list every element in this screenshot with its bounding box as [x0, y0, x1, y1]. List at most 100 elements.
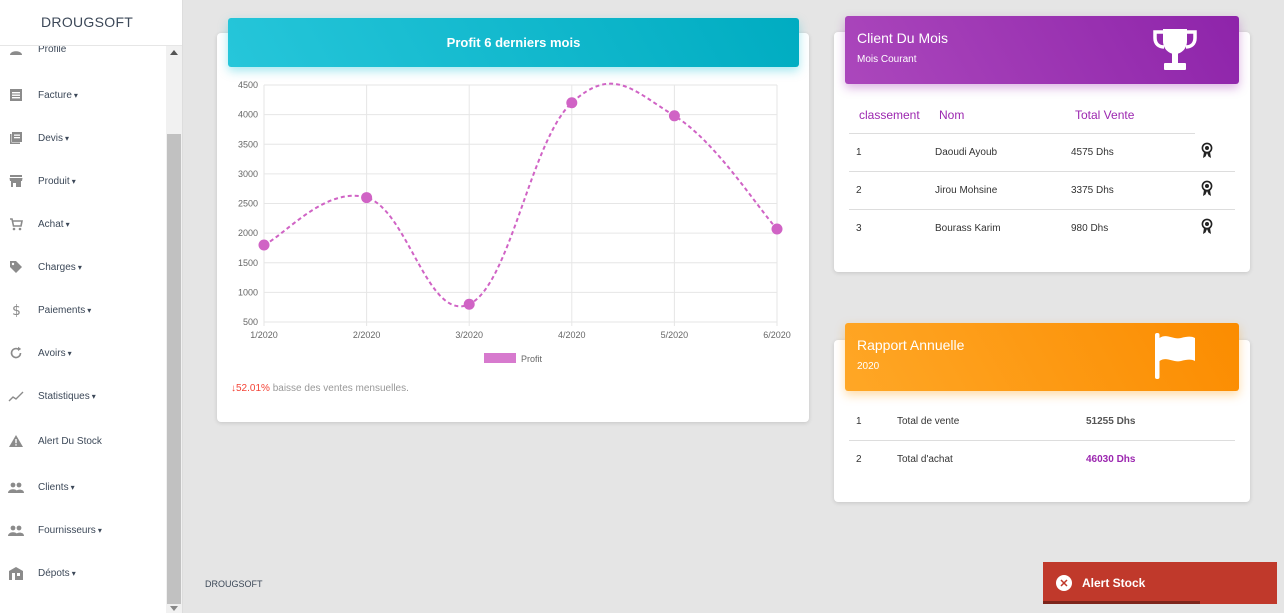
- rapport-num: 2: [856, 454, 862, 465]
- profit-chart: 500 1000 1500 2000 2500 3000 3500 4000 4500 1/202…: [238, 80, 791, 364]
- y-tick-label: 3000: [238, 169, 258, 179]
- sidebar-item-label: Facture: [38, 89, 72, 101]
- column-header-classement: classement: [859, 108, 920, 122]
- sidebar-item-depots[interactable]: Dépots ▾: [0, 558, 166, 588]
- chevron-down-icon: ▾: [71, 568, 76, 578]
- dollar-icon: $: [8, 302, 24, 318]
- quote-icon: [8, 130, 24, 146]
- client-name: Daoudi Ayoub: [935, 147, 998, 158]
- invoice-icon: [8, 87, 24, 103]
- award-icon: [1201, 218, 1213, 234]
- sidebar-item-label: Statistiques: [38, 390, 90, 402]
- client-total: 4575 Dhs: [1071, 147, 1114, 158]
- divider: [849, 209, 1235, 210]
- profit-card-title: Profit 6 derniers mois: [446, 35, 581, 50]
- sidebar-item-paiements[interactable]: $ Paiements ▾: [0, 295, 166, 325]
- sidebar-item-fournisseurs[interactable]: Fournisseurs ▾: [0, 515, 166, 545]
- client-rank: 2: [856, 185, 862, 196]
- sidebar-item-label: Alert Du Stock: [38, 435, 102, 447]
- sidebar-item-label: Charges: [38, 261, 76, 273]
- sidebar-brand[interactable]: DROUGSOFT: [0, 0, 182, 46]
- trophy-icon: [1153, 29, 1197, 70]
- chevron-down-icon: ▾: [65, 219, 70, 229]
- legend-swatch: [484, 353, 516, 363]
- sidebar-item-profile[interactable]: Profile: [0, 46, 166, 64]
- chevron-down-icon: ▾: [91, 391, 96, 401]
- rapport-total-vente: 51255 Dhs: [1086, 416, 1136, 427]
- alert-stock-toast[interactable]: ✕ Alert Stock: [1043, 562, 1277, 604]
- alert-stock-label: Alert Stock: [1082, 576, 1146, 590]
- store-icon: [8, 173, 24, 189]
- sidebar-item-achat[interactable]: Achat ▾: [0, 209, 166, 239]
- sidebar-nav: Profile Facture ▾ Devis ▾ Produit ▾ Achat ▾ …: [0, 46, 166, 613]
- y-tick-label: 2000: [238, 228, 258, 238]
- scroll-down-arrow-icon[interactable]: [170, 606, 178, 611]
- series-line-profit: [263, 82, 778, 308]
- flag-icon: [1155, 333, 1195, 379]
- rapport-label: Total de vente: [897, 416, 960, 427]
- chevron-down-icon: ▾: [67, 348, 72, 358]
- scroll-up-arrow-icon[interactable]: [170, 50, 178, 55]
- chevron-down-icon: ▾: [87, 305, 92, 315]
- trend-icon: [8, 388, 24, 404]
- sidebar-item-label: Clients: [38, 481, 69, 493]
- data-point: [771, 223, 783, 235]
- chevron-down-icon: ▾: [70, 482, 75, 492]
- rapport-card-header: Rapport Annuelle 2020: [845, 323, 1239, 391]
- sidebar-item-label: Profile: [38, 46, 67, 55]
- close-circle-icon[interactable]: ✕: [1056, 575, 1072, 591]
- y-tick-label: 500: [243, 317, 258, 327]
- x-tick-label: 1/2020: [250, 330, 278, 340]
- client-rank: 1: [856, 147, 862, 158]
- x-tick-label: 5/2020: [661, 330, 689, 340]
- sidebar-item-label: Devis: [38, 132, 64, 144]
- sidebar-item-clients[interactable]: Clients ▾: [0, 472, 166, 502]
- sidebar-item-alert-du-stock[interactable]: Alert Du Stock: [0, 426, 166, 456]
- client-rank: 3: [856, 223, 862, 234]
- y-tick-label: 2500: [238, 199, 258, 209]
- people-icon: [8, 479, 24, 495]
- sidebar-item-label: Dépots: [38, 567, 70, 579]
- warning-icon: [8, 433, 24, 449]
- tag-icon: [8, 259, 24, 275]
- chevron-down-icon: ▾: [77, 262, 82, 272]
- client-card-header: Client Du Mois Mois Courant: [845, 16, 1239, 84]
- cart-icon: [8, 216, 24, 232]
- sidebar-item-statistiques[interactable]: Statistiques ▾: [0, 381, 166, 411]
- award-icon: [1201, 180, 1213, 196]
- rapport-total-achat: 46030 Dhs: [1086, 454, 1136, 465]
- client-name: Bourass Karim: [935, 223, 1001, 234]
- sidebar-item-facture[interactable]: Facture ▾: [0, 80, 166, 110]
- rapport-num: 1: [856, 416, 862, 427]
- profit-change-text: baisse des ventes mensuelles.: [269, 383, 409, 394]
- sidebar-item-label: Achat: [38, 218, 64, 230]
- chevron-down-icon: ▾: [97, 525, 102, 535]
- chevron-down-icon: ▾: [65, 133, 70, 143]
- divider: [849, 171, 1235, 172]
- profit-card-footer: ↓52.01% baisse des ventes mensuelles.: [231, 383, 409, 394]
- x-tick-label: 6/2020: [763, 330, 791, 340]
- divider: [849, 440, 1235, 441]
- x-tick-label: 3/2020: [455, 330, 483, 340]
- profit-card-header: Profit 6 derniers mois: [228, 18, 799, 67]
- sidebar-item-label: Paiements: [38, 304, 86, 316]
- sidebar: DROUGSOFT Profile Facture ▾ Devis ▾ Produi…: [0, 0, 183, 613]
- data-point: [463, 298, 475, 310]
- data-point: [258, 239, 270, 251]
- client-total: 3375 Dhs: [1071, 185, 1114, 196]
- sidebar-item-charges[interactable]: Charges ▾: [0, 252, 166, 282]
- sidebar-scrollbar[interactable]: [166, 46, 182, 613]
- sidebar-item-produit[interactable]: Produit ▾: [0, 166, 166, 196]
- sidebar-item-avoirs[interactable]: Avoirs ▾: [0, 338, 166, 368]
- sidebar-item-devis[interactable]: Devis ▾: [0, 123, 166, 153]
- column-header-nom: Nom: [939, 108, 965, 122]
- sidebar-item-label: Avoirs: [38, 347, 66, 359]
- legend-label: Profit: [521, 354, 543, 364]
- sidebar-item-label: Produit: [38, 175, 70, 187]
- chevron-down-icon: ▾: [73, 90, 78, 100]
- award-icon: [1201, 142, 1213, 158]
- y-tick-label: 1500: [238, 258, 258, 268]
- y-tick-label: 1000: [238, 287, 258, 297]
- profit-change-value: 52.01%: [236, 383, 270, 394]
- scrollbar-thumb[interactable]: [167, 134, 181, 604]
